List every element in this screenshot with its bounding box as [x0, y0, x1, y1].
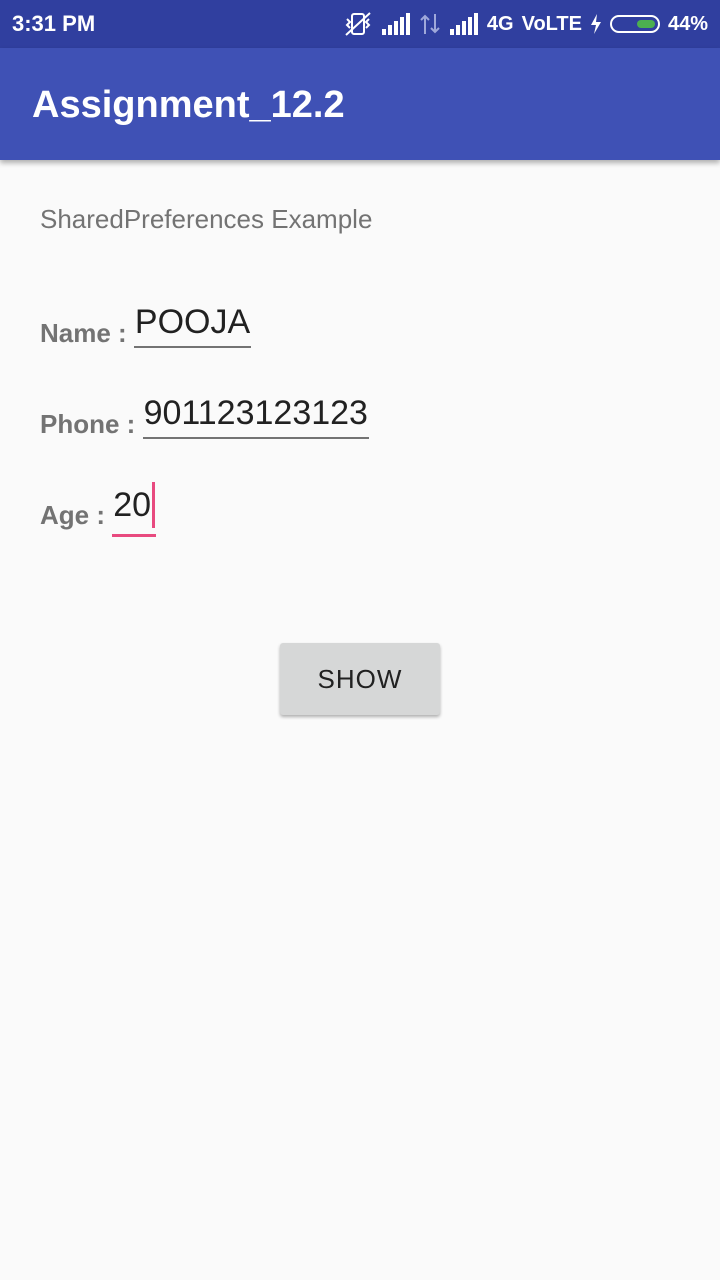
- battery-percent: 44%: [667, 12, 708, 35]
- page-subtitle: SharedPreferences Example: [40, 204, 373, 234]
- signal-bars-icon: [381, 13, 411, 35]
- app-bar: Assignment_12.2: [0, 48, 720, 160]
- charging-bolt-icon: [590, 14, 602, 34]
- status-icons: 4G VoLTE 44%: [343, 9, 708, 39]
- text-cursor: [152, 482, 156, 528]
- signal-bars-icon: [449, 13, 479, 35]
- age-value: 20: [113, 485, 152, 524]
- network-type-label: 4G: [486, 12, 514, 35]
- phone-row: Phone : 901123123123: [40, 393, 369, 440]
- phone-label: Phone :: [40, 409, 143, 439]
- app-title: Assignment_12.2: [32, 84, 345, 126]
- show-button[interactable]: SHOW: [280, 643, 440, 715]
- age-label: Age :: [40, 500, 113, 530]
- vibrate-off-icon: [343, 11, 373, 37]
- age-field[interactable]: 20: [112, 482, 157, 537]
- data-transfer-icon: [419, 12, 441, 36]
- age-row: Age : 20: [40, 482, 157, 537]
- phone-field[interactable]: 901123123123: [142, 393, 369, 439]
- name-label: Name :: [40, 318, 134, 348]
- battery-icon: [609, 15, 660, 33]
- name-row: Name : POOJA: [40, 302, 252, 349]
- status-time: 3:31 PM: [12, 11, 96, 36]
- status-bar: 3:31 PM 4G VoLTE 44%: [0, 0, 720, 48]
- battery-fill: [636, 20, 655, 28]
- volte-label: VoLTE: [521, 12, 582, 35]
- name-field[interactable]: POOJA: [133, 302, 252, 348]
